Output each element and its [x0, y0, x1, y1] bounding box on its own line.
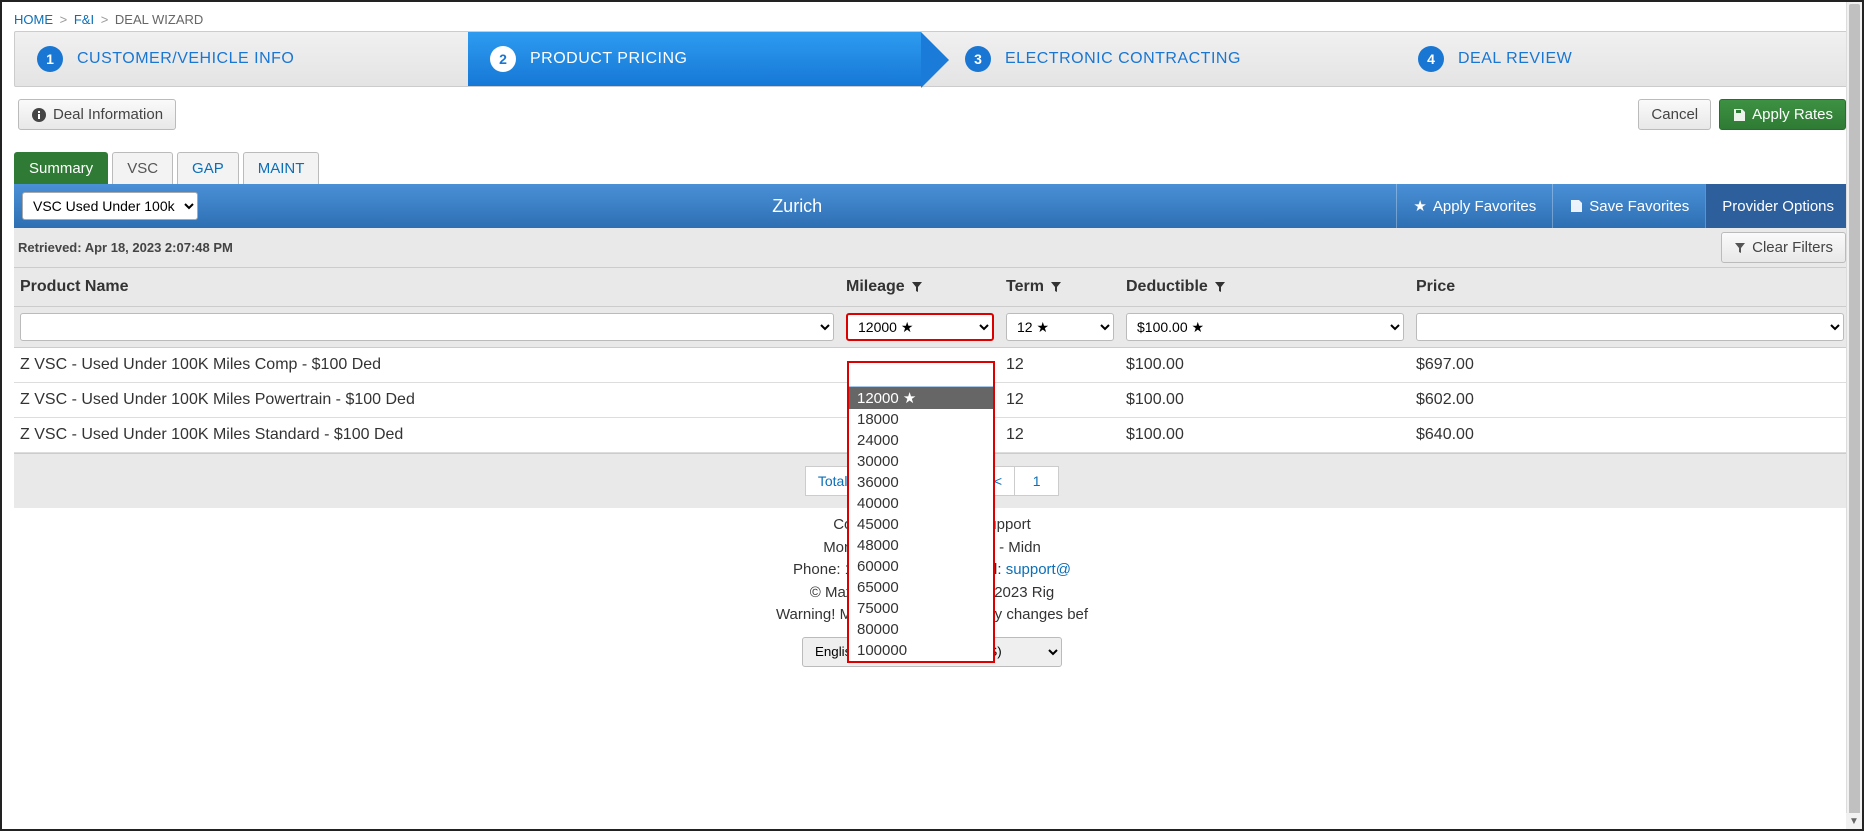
save-icon	[1569, 199, 1583, 213]
filter-strip: Retrieved: Apr 18, 2023 2:07:48 PM Clear…	[14, 228, 1850, 268]
retrieved-timestamp: Retrieved: Apr 18, 2023 2:07:48 PM	[14, 240, 233, 255]
mileage-option[interactable]: 75000	[849, 598, 993, 619]
mileage-option[interactable]: 36000	[849, 472, 993, 493]
tab-row: Summary VSC GAP MAINT	[14, 152, 1850, 184]
pager-page-input[interactable]	[1015, 466, 1059, 496]
cell-product-name: Z VSC - Used Under 100K Miles Comp - $10…	[14, 348, 840, 382]
mileage-option[interactable]: 18000	[849, 409, 993, 430]
mileage-option[interactable]: 80000	[849, 619, 993, 640]
mileage-option[interactable]: 24000	[849, 430, 993, 451]
mileage-option[interactable]: 45000	[849, 514, 993, 535]
clear-filters-button[interactable]: Clear Filters	[1721, 232, 1846, 263]
price-filter[interactable]	[1416, 313, 1844, 341]
product-name-filter[interactable]	[20, 313, 834, 341]
action-row: Deal Information Cancel Apply Rates	[14, 87, 1850, 136]
cell-price: $640.00	[1410, 418, 1850, 452]
mileage-option[interactable]: 65000	[849, 577, 993, 598]
col-price[interactable]: Price	[1410, 268, 1850, 306]
breadcrumb-fi[interactable]: F&I	[74, 12, 94, 27]
col-deduct-label: Deductible	[1126, 278, 1208, 296]
cancel-button[interactable]: Cancel	[1638, 99, 1711, 130]
table-header-row: Product Name Mileage Term Deductible Pri…	[14, 268, 1850, 307]
mileage-dropdown-panel[interactable]: 12000 ★180002400030000360004000045000480…	[847, 361, 995, 663]
step-number-2: 2	[490, 46, 516, 72]
breadcrumb-current: DEAL WIZARD	[115, 12, 203, 27]
mileage-filter[interactable]: 12000 ★	[846, 313, 994, 341]
star-icon: ★	[1413, 197, 1426, 215]
mileage-option[interactable]: 12000 ★	[849, 387, 993, 409]
step-number-1: 1	[37, 46, 63, 72]
cell-price: $697.00	[1410, 348, 1850, 382]
deal-info-label: Deal Information	[53, 106, 163, 123]
col-term-label: Term	[1006, 278, 1044, 296]
filter-icon	[1214, 281, 1226, 293]
mileage-option[interactable]: 100000	[849, 640, 993, 661]
save-favorites-button[interactable]: Save Favorites	[1552, 184, 1705, 228]
deal-information-button[interactable]: Deal Information	[18, 99, 176, 130]
vertical-scrollbar[interactable]	[1846, 2, 1862, 829]
mileage-option[interactable]: 48000	[849, 535, 993, 556]
tab-summary[interactable]: Summary	[14, 152, 108, 184]
term-filter[interactable]: 12 ★	[1006, 313, 1114, 341]
provider-bar: VSC Used Under 100k Zurich ★ Apply Favor…	[14, 184, 1850, 228]
cell-product-name: Z VSC - Used Under 100K Miles Powertrain…	[14, 383, 840, 417]
tab-gap[interactable]: GAP	[177, 152, 239, 184]
filter-icon	[1734, 242, 1746, 254]
cell-product-name: Z VSC - Used Under 100K Miles Standard -…	[14, 418, 840, 452]
apply-rates-button[interactable]: Apply Rates	[1719, 99, 1846, 130]
cell-term: 12	[1000, 383, 1120, 417]
wizard-step-1[interactable]: 1 CUSTOMER/VEHICLE INFO	[15, 32, 468, 86]
wizard-step-4[interactable]: 4 DEAL REVIEW	[1396, 32, 1849, 86]
info-icon	[31, 107, 47, 123]
wizard-step-3[interactable]: 3 ELECTRONIC CONTRACTING	[921, 32, 1396, 86]
filter-icon	[911, 281, 923, 293]
plan-select[interactable]: VSC Used Under 100k	[22, 192, 198, 220]
mileage-option[interactable]: 40000	[849, 493, 993, 514]
col-mileage-label: Mileage	[846, 278, 905, 296]
tab-vsc[interactable]: VSC	[112, 152, 173, 184]
cell-price: $602.00	[1410, 383, 1850, 417]
col-mileage[interactable]: Mileage	[840, 268, 1000, 306]
cell-deductible: $100.00	[1120, 383, 1410, 417]
step-label-1: CUSTOMER/VEHICLE INFO	[77, 50, 294, 68]
save-fav-label: Save Favorites	[1589, 198, 1689, 215]
tab-maint[interactable]: MAINT	[243, 152, 320, 184]
cell-deductible: $100.00	[1120, 418, 1410, 452]
step-label-3: ELECTRONIC CONTRACTING	[1005, 50, 1241, 68]
step-number-4: 4	[1418, 46, 1444, 72]
mileage-option[interactable]: 30000	[849, 451, 993, 472]
step-label-2: PRODUCT PRICING	[530, 50, 687, 68]
scrollbar-thumb[interactable]	[1849, 4, 1860, 824]
support-email-link[interactable]: support@	[1006, 561, 1071, 578]
col-term[interactable]: Term	[1000, 268, 1120, 306]
dropdown-search[interactable]	[849, 363, 993, 387]
apply-fav-label: Apply Favorites	[1433, 198, 1536, 215]
provider-options-button[interactable]: Provider Options	[1705, 184, 1850, 228]
step-number-3: 3	[965, 46, 991, 72]
col-product-name[interactable]: Product Name	[14, 268, 840, 306]
save-icon	[1732, 108, 1746, 122]
cell-term: 12	[1000, 348, 1120, 382]
apply-favorites-button[interactable]: ★ Apply Favorites	[1396, 184, 1552, 228]
provider-name: Zurich	[198, 196, 1396, 217]
scroll-down-icon[interactable]: ▼	[1846, 813, 1862, 829]
step-label-4: DEAL REVIEW	[1458, 50, 1572, 68]
deductible-filter[interactable]: $100.00 ★	[1126, 313, 1404, 341]
apply-rates-label: Apply Rates	[1752, 106, 1833, 123]
cell-term: 12	[1000, 418, 1120, 452]
breadcrumb-home[interactable]: HOME	[14, 12, 53, 27]
mileage-option[interactable]: 60000	[849, 556, 993, 577]
clear-filters-label: Clear Filters	[1752, 239, 1833, 256]
breadcrumb: HOME > F&I > DEAL WIZARD	[8, 8, 1856, 31]
cell-deductible: $100.00	[1120, 348, 1410, 382]
filter-icon	[1050, 281, 1062, 293]
wizard-step-2[interactable]: 2 PRODUCT PRICING	[468, 32, 921, 86]
col-deductible[interactable]: Deductible	[1120, 268, 1410, 306]
wizard-steps: 1 CUSTOMER/VEHICLE INFO 2 PRODUCT PRICIN…	[14, 31, 1850, 87]
table-filter-row: 12000 ★ 12 ★ $100.00 ★	[14, 307, 1850, 348]
